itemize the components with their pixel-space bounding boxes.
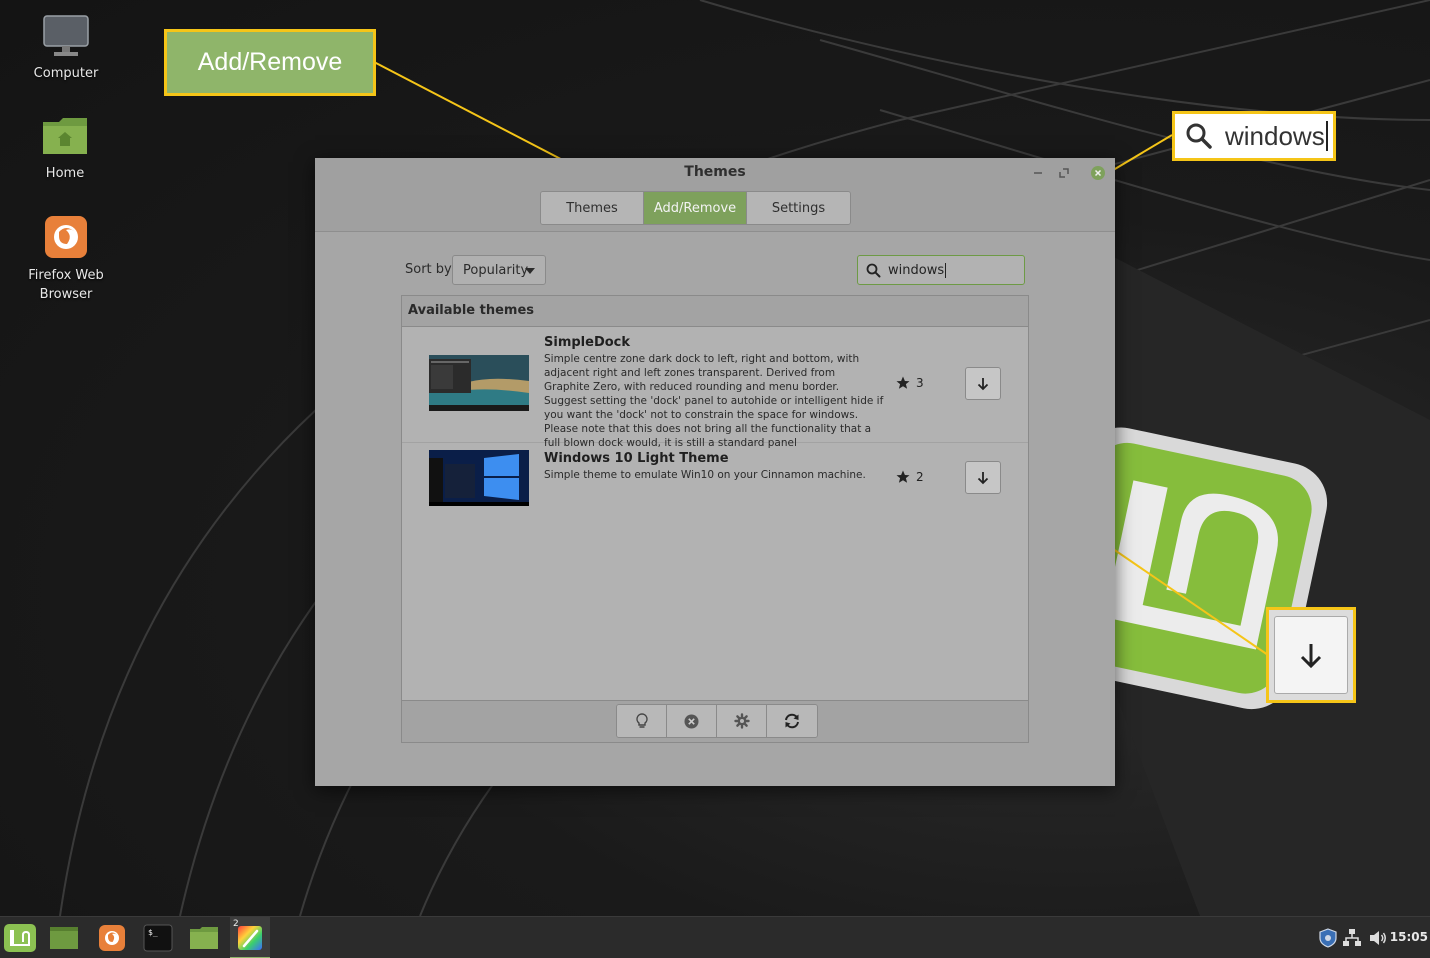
list-item[interactable]: Windows 10 Light Theme Simple theme to e…: [402, 443, 1028, 573]
desktop-icon-label: Home: [45, 166, 85, 181]
terminal-icon: $_: [143, 924, 173, 952]
mint-menu-icon: [4, 924, 36, 952]
close-icon[interactable]: [1091, 166, 1105, 180]
callout-search: windows: [1172, 111, 1336, 161]
configure-button[interactable]: [717, 705, 767, 737]
theme-name: Windows 10 Light Theme: [544, 451, 729, 466]
text-caret: [1325, 121, 1328, 151]
star-icon: [896, 376, 910, 389]
desktop-icon-label: Computer: [33, 66, 99, 81]
desktop-icon-firefox[interactable]: Firefox Web Browser: [16, 214, 116, 304]
chevron-down-icon: [525, 268, 535, 274]
download-button[interactable]: [965, 367, 1001, 400]
tab-themes[interactable]: Themes: [541, 192, 644, 224]
theme-description: Simple theme to emulate Win10 on your Ci…: [544, 469, 866, 481]
network-icon[interactable]: [1342, 928, 1362, 948]
desktop-icon-label: Firefox Web Browser: [28, 268, 104, 302]
info-button[interactable]: [617, 705, 667, 737]
mint-menu-button[interactable]: [0, 921, 40, 955]
workspace-badge: 2: [233, 919, 239, 929]
text-caret: [945, 262, 947, 278]
tab-bar: Themes Add/Remove Settings: [540, 191, 851, 225]
themes-app-button[interactable]: 2: [230, 919, 270, 955]
search-icon: [866, 263, 881, 277]
sort-value: Popularity: [463, 262, 529, 278]
download-arrow-icon: [977, 377, 989, 390]
tab-add-remove[interactable]: Add/Remove: [644, 192, 747, 224]
firefox-icon: [45, 216, 87, 258]
tab-settings[interactable]: Settings: [747, 192, 850, 224]
themes-window: Themes Themes Add/Remove Settings Sort b…: [315, 158, 1115, 786]
show-desktop-icon: [50, 927, 78, 949]
search-input[interactable]: windows: [857, 255, 1025, 285]
firefox-launcher[interactable]: [92, 921, 132, 955]
callout-download: [1266, 607, 1356, 703]
theme-thumbnail: [429, 355, 529, 411]
gear-icon: [733, 713, 750, 729]
window-title: Themes: [684, 164, 746, 180]
taskbar: $_ 2 15:05: [0, 916, 1430, 958]
toolbar-button-group: [616, 704, 818, 738]
minimize-icon[interactable]: [1031, 166, 1045, 180]
callout-add-remove: Add/Remove: [164, 29, 376, 96]
window-titlebar[interactable]: Themes Themes Add/Remove Settings: [315, 158, 1115, 232]
list-item[interactable]: SimpleDock Simple centre zone dark dock …: [402, 327, 1028, 449]
refresh-button[interactable]: [767, 705, 817, 737]
firefox-icon: [99, 925, 125, 951]
svg-text:$_: $_: [148, 928, 158, 937]
download-arrow-icon: [977, 471, 989, 484]
home-folder-icon: [43, 118, 87, 154]
theme-description: Simple centre zone dark dock to left, ri…: [544, 353, 884, 449]
lightbulb-icon: [635, 713, 648, 728]
theme-score-value: 2: [916, 470, 924, 484]
theme-thumbnail: [429, 450, 529, 506]
theme-name: SimpleDock: [544, 335, 631, 350]
theme-score: 2: [896, 470, 924, 484]
available-themes-list: Available themes SimpleDock Simple centr…: [401, 295, 1029, 743]
theme-score-value: 3: [916, 376, 924, 390]
remove-icon: [684, 714, 699, 728]
list-toolbar: [402, 700, 1028, 742]
files-launcher[interactable]: [184, 921, 224, 955]
theme-score: 3: [896, 376, 924, 390]
terminal-launcher[interactable]: $_: [138, 921, 178, 955]
shield-icon[interactable]: [1318, 928, 1338, 948]
callout-download-button: [1274, 616, 1348, 694]
search-value: windows: [888, 262, 945, 278]
search-icon: [1186, 123, 1212, 149]
clock[interactable]: 15:05: [1390, 930, 1428, 944]
list-header: Available themes: [402, 296, 1028, 327]
callout-search-text: windows: [1225, 120, 1325, 151]
remove-button[interactable]: [667, 705, 717, 737]
desktop-icon-home[interactable]: Home: [15, 114, 115, 183]
themes-app-icon: [238, 926, 262, 950]
maximize-icon[interactable]: [1057, 166, 1071, 180]
sort-label: Sort by: [405, 262, 452, 277]
star-icon: [896, 470, 910, 483]
sort-dropdown[interactable]: Popularity: [452, 255, 546, 285]
monitor-icon: [43, 15, 89, 56]
download-arrow-icon: [1300, 644, 1322, 669]
show-desktop-button[interactable]: [44, 921, 84, 955]
refresh-icon: [785, 713, 799, 729]
desktop-icon-computer[interactable]: Computer: [16, 14, 116, 83]
files-icon: [190, 927, 218, 949]
volume-icon[interactable]: [1368, 928, 1388, 948]
download-button[interactable]: [965, 461, 1001, 494]
